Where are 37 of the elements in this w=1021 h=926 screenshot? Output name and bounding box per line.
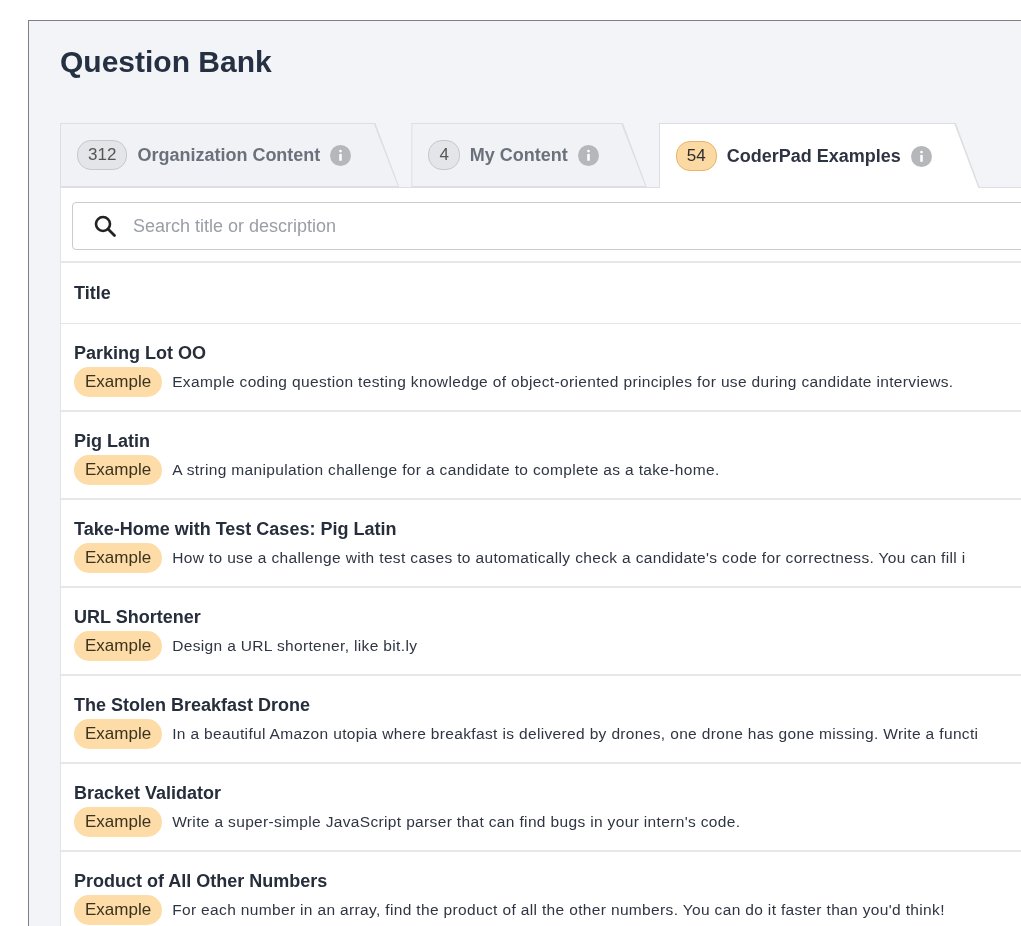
example-tag: Example xyxy=(74,719,163,749)
tab[interactable]: 54 CoderPad Examples xyxy=(658,123,980,188)
search-field[interactable]: Search title or description xyxy=(72,202,1021,250)
search-icon xyxy=(93,214,117,238)
info-icon[interactable] xyxy=(577,144,599,166)
question-title[interactable]: Pig Latin xyxy=(74,430,1008,452)
column-header: Title xyxy=(61,263,1021,324)
example-tag: Example xyxy=(74,895,163,925)
example-tag: Example xyxy=(74,543,163,573)
question-title[interactable]: The Stolen Breakfast Drone xyxy=(74,694,1008,716)
question-title[interactable]: URL Shortener xyxy=(74,606,1008,628)
question-title[interactable]: Parking Lot OO xyxy=(74,342,1008,364)
question-description: For each number in an array, find the product of all the other numbers. You can do it faster than you'd think! xyxy=(172,901,945,919)
tab-label: CoderPad Examples xyxy=(726,145,901,167)
question-title[interactable]: Product of All Other Numbers xyxy=(74,870,1008,892)
example-tag: Example xyxy=(74,367,163,397)
question-description: In a beautiful Amazon utopia where breakfast is delivered by drones, one drone has gone missing. Write a functi xyxy=(172,725,979,743)
question-description: Write a super-simple JavaScript parser that can find bugs in your intern's code. xyxy=(172,813,741,831)
example-tag: Example xyxy=(74,807,163,837)
tab[interactable]: 4 My Content xyxy=(411,123,647,187)
count-badge: 312 xyxy=(77,140,128,170)
count-badge: 4 xyxy=(428,140,460,170)
example-tag: Example xyxy=(74,631,163,661)
tab-label: Organization Content xyxy=(137,144,321,166)
question-title[interactable]: Bracket Validator xyxy=(74,782,1008,804)
count-badge: 54 xyxy=(675,141,717,171)
example-tag: Example xyxy=(74,455,163,485)
question-description: How to use a challenge with test cases to automatically check a candidate's code for correctness. You can fill i xyxy=(172,549,966,567)
info-icon[interactable] xyxy=(910,145,932,167)
question-title[interactable]: Take-Home with Test Cases: Pig Latin xyxy=(74,518,1008,540)
tab[interactable]: 312 Organization Content xyxy=(60,123,400,187)
question-description: A string manipulation challenge for a candidate to complete as a take-home. xyxy=(172,461,720,479)
question-description: Design a URL shortener, like bit.ly xyxy=(172,637,418,655)
question-description: Example coding question testing knowledge of object-oriented principles for use during candidate interviews. xyxy=(172,373,954,391)
page-title: Question Bank xyxy=(60,44,273,80)
tab-label: My Content xyxy=(469,144,568,166)
info-icon[interactable] xyxy=(330,144,352,166)
